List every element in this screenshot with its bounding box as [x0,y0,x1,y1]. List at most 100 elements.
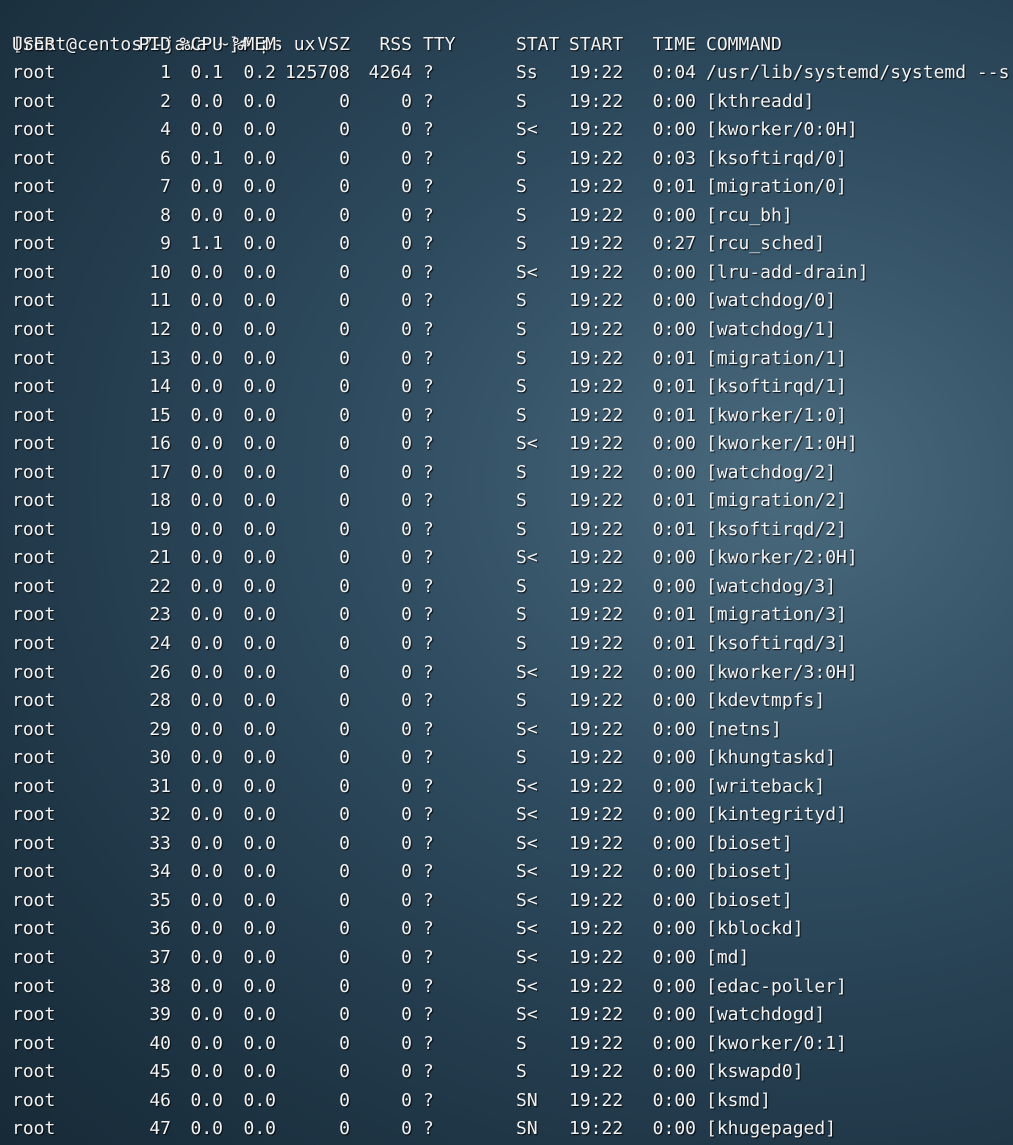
cell-stat: S [516,575,527,597]
cell-command: [watchdog/3] [706,575,837,597]
cell-stat: S [516,204,527,226]
cell-mem: 0.0 [243,1089,276,1111]
cell-pid: 12 [149,318,171,340]
cell-start: 19:22 [569,832,624,854]
cell-user: root [12,975,56,997]
cell-start: 19:22 [569,632,624,654]
cell-time: 0:00 [652,775,696,797]
cell-command: /usr/lib/systemd/systemd --s [706,62,1010,84]
cell-rss: 0 [401,347,412,369]
cell-stat: S [516,604,527,626]
cell-stat: S [516,461,527,483]
cell-start: 19:22 [569,119,624,141]
cell-time: 0:01 [652,518,696,540]
cell-pid: 22 [149,575,171,597]
cell-pid: 35 [149,889,171,911]
cell-pid: 8 [160,204,171,226]
cell-user: root [12,147,56,169]
cell-start: 19:22 [569,461,624,483]
cell-user: root [12,775,56,797]
table-row: root 33 0.0 0.0 0 0? S< 19:22 0:00 [bioset] [0,830,1013,859]
cell-mem: 0.0 [243,290,276,312]
header-user: USER [12,33,56,55]
cell-rss: 0 [401,747,412,769]
cell-mem: 0.0 [243,261,276,283]
table-row: root 26 0.0 0.0 0 0? S< 19:22 0:00 [kworker/3:0H] [0,659,1013,688]
cell-vsz: 0 [339,918,350,940]
cell-command: [writeback] [706,775,826,797]
table-row: root 13 0.0 0.0 0 0? S 19:22 0:01 [migration/1] [0,345,1013,374]
cell-rss: 4264 [368,62,412,84]
cell-user: root [12,376,56,398]
table-row: root 40 0.0 0.0 0 0? S 19:22 0:00 [kworker/0:1] [0,1030,1013,1059]
cell-command: [kworker/2:0H] [706,547,858,569]
cell-vsz: 0 [339,376,350,398]
cell-cpu: 0.0 [190,376,223,398]
cell-start: 19:22 [569,204,624,226]
cell-mem: 0.0 [243,889,276,911]
cell-tty: ? [423,518,434,540]
cell-cpu: 0.0 [190,661,223,683]
cell-pid: 23 [149,604,171,626]
cell-stat: S [516,347,527,369]
header-stat: STAT [516,33,560,55]
cell-user: root [12,204,56,226]
cell-cpu: 0.0 [190,461,223,483]
cell-time: 0:00 [652,1004,696,1026]
cell-start: 19:22 [569,690,624,712]
cell-user: root [12,518,56,540]
cell-user: root [12,90,56,112]
cell-user: root [12,718,56,740]
cell-start: 19:22 [569,947,624,968]
cell-tty: ? [423,775,434,797]
cell-rss: 0 [401,119,412,141]
terminal-window[interactable]: [root@centos7-java ~]# ps ux USER PID %C… [0,0,1013,1145]
cell-start: 19:22 [569,1118,624,1140]
table-row: root 2 0.0 0.0 0 0? S 19:22 0:00 [kthreadd] [0,88,1013,117]
table-row: root 21 0.0 0.0 0 0? S< 19:22 0:00 [kworker/2:0H] [0,544,1013,573]
cell-start: 19:22 [569,1032,624,1054]
cell-tty: ? [423,261,434,283]
cell-start: 19:22 [569,490,624,512]
table-row: root 35 0.0 0.0 0 0? S< 19:22 0:00 [bioset] [0,887,1013,916]
cell-cpu: 0.0 [190,747,223,769]
cell-stat: S< [516,832,538,854]
cell-vsz: 0 [339,318,350,340]
cell-vsz: 0 [339,147,350,169]
cell-stat: S [516,1061,527,1083]
cell-command: [watchdog/1] [706,318,837,340]
cell-vsz: 0 [339,518,350,540]
cell-pid: 14 [149,376,171,398]
cell-cpu: 0.0 [190,1118,223,1140]
cell-user: root [12,632,56,654]
cell-time: 0:00 [652,204,696,226]
cell-tty: ? [423,632,434,654]
cell-user: root [12,290,56,312]
cell-stat: S< [516,804,538,826]
cell-rss: 0 [401,1032,412,1054]
cell-start: 19:22 [569,1089,624,1111]
cell-stat: S< [516,718,538,740]
cell-time: 0:00 [652,90,696,112]
cell-mem: 0.0 [243,1061,276,1083]
cell-vsz: 0 [339,632,350,654]
cell-time: 0:00 [652,575,696,597]
cell-stat: S< [516,889,538,911]
cell-command: [migration/1] [706,347,847,369]
cell-rss: 0 [401,90,412,112]
cell-user: root [12,1089,56,1111]
cell-cpu: 0.0 [190,290,223,312]
table-row: root 16 0.0 0.0 0 0? S< 19:22 0:00 [kworker/1:0H] [0,430,1013,459]
cell-mem: 0.0 [243,718,276,740]
table-row: root 9 1.1 0.0 0 0? S 19:22 0:27 [rcu_sched] [0,230,1013,259]
table-row: root 18 0.0 0.0 0 0? S 19:22 0:01 [migration/2] [0,487,1013,516]
cell-rss: 0 [401,804,412,826]
cell-tty: ? [423,889,434,911]
table-row: root 15 0.0 0.0 0 0? S 19:22 0:01 [kworker/1:0] [0,402,1013,431]
cell-mem: 0.2 [243,62,276,84]
cell-start: 19:22 [569,318,624,340]
cell-rss: 0 [401,918,412,940]
cell-stat: S [516,747,527,769]
cell-stat: S [516,147,527,169]
cell-tty: ? [423,433,434,455]
